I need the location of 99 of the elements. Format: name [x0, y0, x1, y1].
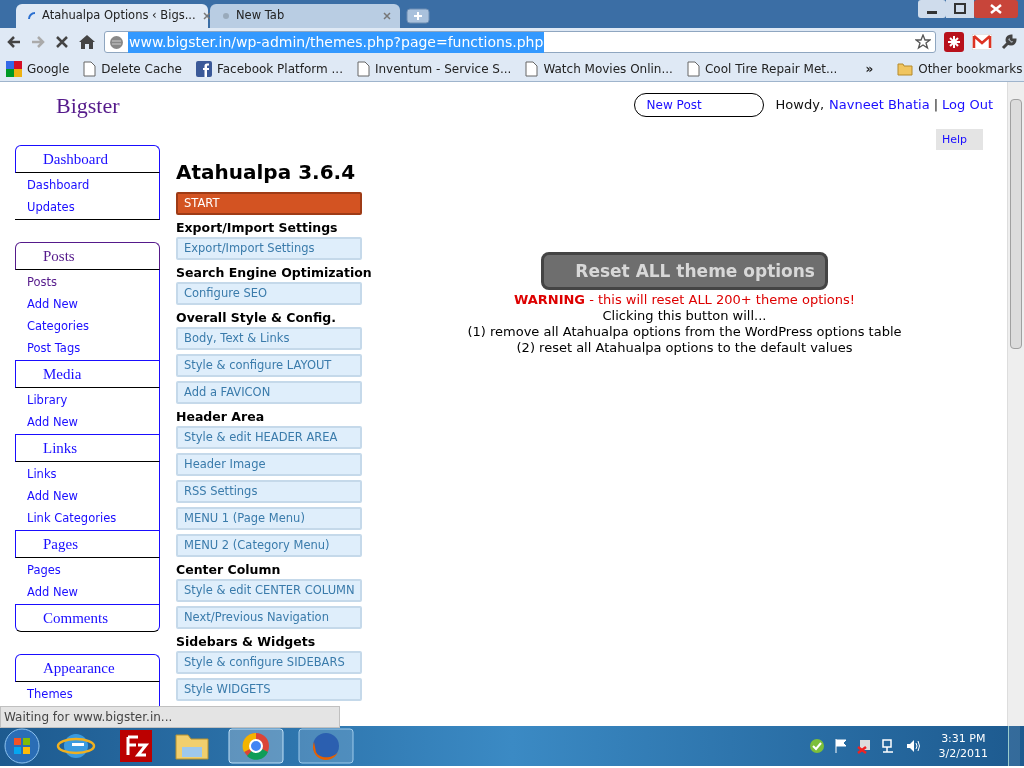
clock-date[interactable]: 3/2/2011 [938, 746, 988, 761]
mail-icon[interactable] [972, 34, 992, 50]
browser-tab[interactable]: New Tab [210, 4, 400, 28]
user-link[interactable]: Navneet Bhatia [829, 95, 930, 115]
restore-icon[interactable] [946, 0, 974, 18]
menu-section-heading[interactable]: Dashboard [15, 145, 160, 173]
menu-section-heading[interactable]: Appearance [15, 654, 160, 682]
theme-option-button[interactable]: START [176, 192, 362, 215]
logout-link[interactable]: Log Out [942, 95, 993, 115]
facebook-icon [195, 60, 212, 77]
menu-item[interactable]: Pages [15, 559, 159, 581]
section-heading: Sidebars & Widgets [176, 634, 316, 650]
menu-item[interactable]: Add New [15, 485, 159, 507]
info-text: (2) reset all Atahualpa options to the default values [516, 340, 853, 356]
home-icon[interactable] [78, 34, 96, 50]
theme-option-button[interactable]: MENU 1 (Page Menu) [176, 507, 362, 530]
menu-item[interactable]: Library [15, 389, 159, 411]
bookmark-link[interactable]: Cool Tire Repair Met... [686, 59, 838, 78]
browser-tab[interactable]: Atahualpa Options ‹ Bigs... [16, 4, 208, 28]
menu-item[interactable]: Add New [15, 581, 159, 603]
back-icon[interactable] [6, 34, 22, 50]
bookmark-link[interactable]: Facebook Platform ... [195, 59, 343, 78]
theme-option-button[interactable]: Next/Previous Navigation [176, 606, 362, 629]
page-icon [83, 60, 97, 77]
chrome-taskbar-icon[interactable] [228, 728, 284, 764]
theme-option-button[interactable]: Style & edit HEADER AREA [176, 426, 362, 449]
menu-item[interactable]: Dashboard [15, 174, 159, 196]
info-text: (1) remove all Atahualpa options from the WordPress options table [467, 324, 902, 340]
flag-icon[interactable] [832, 738, 849, 754]
section-heading: Search Engine Optimization [176, 265, 372, 281]
close-icon[interactable] [201, 11, 212, 21]
page-icon [356, 60, 370, 77]
menu-item[interactable]: Posts [15, 271, 159, 293]
theme-option-button[interactable]: Style & configure SIDEBARS [176, 651, 362, 674]
bookmark-link[interactable]: Delete Cache [83, 59, 182, 78]
menu-section-heading[interactable]: Pages [15, 530, 160, 558]
bookmark-link[interactable]: Watch Movies Onlin... [525, 59, 673, 78]
theme-option-button[interactable]: Header Image [176, 453, 362, 476]
menu-item[interactable]: Themes [15, 683, 159, 705]
scrollbar[interactable] [1007, 82, 1024, 726]
wrench-icon[interactable] [1000, 33, 1018, 51]
theme-option-button[interactable]: MENU 2 (Category Menu) [176, 534, 362, 557]
greeting-text: Howdy, [775, 96, 825, 115]
theme-option-button[interactable]: Add a FAVICON [176, 381, 362, 404]
theme-title: Atahualpa 3.6.4 [176, 160, 357, 184]
star-icon[interactable] [915, 34, 931, 50]
close-icon[interactable] [382, 11, 392, 21]
menu-section-heading[interactable]: Media [15, 360, 160, 388]
theme-option-button[interactable]: RSS Settings [176, 480, 362, 503]
theme-option-button[interactable]: Configure SEO [176, 282, 362, 305]
section-heading: Export/Import Settings [176, 220, 338, 236]
page-icon [686, 60, 700, 77]
bookmark-link[interactable]: Google [6, 59, 70, 78]
menu-item[interactable]: Categories [15, 315, 159, 337]
new-tab-button[interactable] [406, 8, 430, 24]
menu-item[interactable]: Updates [15, 196, 159, 218]
reset-button[interactable]: Reset ALL theme options [541, 252, 828, 290]
extension-icon[interactable] [944, 32, 964, 52]
other-bookmarks-button[interactable]: Other bookmarks [897, 59, 1023, 78]
start-button[interactable] [4, 728, 40, 764]
theme-option-button[interactable]: Body, Text & Links [176, 327, 362, 350]
menu-item[interactable]: Add New [15, 293, 159, 315]
section-heading: Overall Style & Config. [176, 310, 336, 326]
tab-title: New Tab [236, 7, 286, 25]
volume-icon[interactable] [904, 738, 921, 754]
menu-section-heading[interactable]: Links [15, 434, 160, 462]
theme-option-button[interactable]: Style & edit CENTER COLUMN [176, 579, 362, 602]
clock-time[interactable]: 3:31 PM [941, 731, 986, 746]
section-heading: Center Column [176, 562, 281, 578]
show-desktop-button[interactable] [1008, 726, 1020, 766]
info-text: Clicking this button will... [602, 308, 767, 324]
theme-option-button[interactable]: Style WIDGETS [176, 678, 362, 701]
firefox-taskbar-icon[interactable] [298, 728, 354, 764]
tab-title: Atahualpa Options ‹ Bigs... [42, 7, 196, 25]
site-title[interactable]: Bigster [56, 88, 120, 122]
close-window-icon[interactable] [974, 0, 1018, 18]
warning-text: WARNING - this will reset ALL 200+ theme options! [513, 292, 856, 308]
stop-icon[interactable] [54, 34, 70, 50]
folder-icon [897, 61, 914, 76]
network-error-icon[interactable] [856, 738, 873, 754]
menu-item[interactable]: Add New [15, 411, 159, 433]
menu-item[interactable]: Post Tags [15, 337, 159, 359]
theme-option-button[interactable]: Export/Import Settings [176, 237, 362, 260]
bookmark-link[interactable]: Inventum - Service S... [356, 59, 512, 78]
menu-item[interactable]: Link Categories [15, 507, 159, 529]
menu-section-heading[interactable]: Posts [15, 242, 160, 270]
status-bar: Waiting for www.bigster.in... [0, 706, 340, 728]
menu-item[interactable]: Links [15, 463, 159, 485]
page-icon [525, 60, 539, 77]
help-button[interactable]: Help [936, 129, 983, 150]
globe-icon [109, 34, 124, 50]
separator-text: | [933, 96, 939, 115]
section-heading: Header Area [176, 409, 265, 425]
minimize-icon[interactable] [918, 0, 946, 18]
google-icon [6, 60, 22, 77]
more-bookmarks-button[interactable]: » [865, 59, 874, 78]
theme-option-button[interactable]: Style & configure LAYOUT [176, 354, 362, 377]
menu-section-heading[interactable]: Comments [15, 604, 160, 632]
check-icon[interactable] [808, 738, 825, 754]
